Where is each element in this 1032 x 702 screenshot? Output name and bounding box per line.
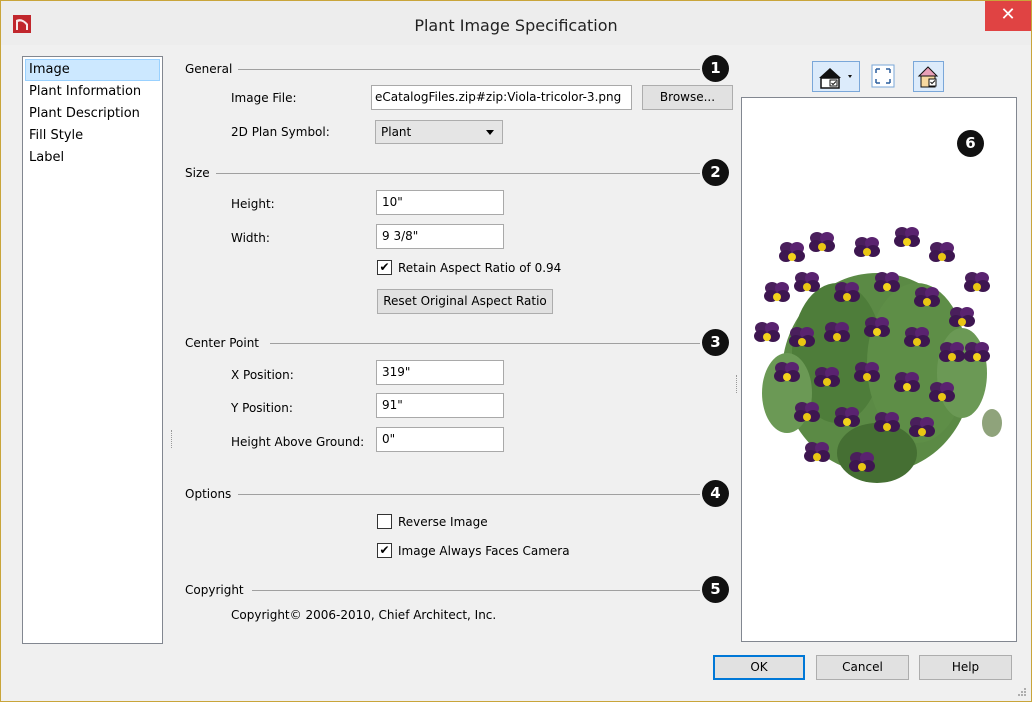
viola-flower	[794, 272, 820, 292]
nav-list: Image Plant Information Plant Descriptio…	[22, 56, 163, 644]
plan-symbol-label: 2D Plan Symbol:	[231, 125, 330, 139]
viola-flower	[949, 307, 975, 327]
height-above-ground-label: Height Above Ground:	[231, 435, 365, 449]
general-group-label: General	[185, 62, 233, 76]
viola-flower	[929, 242, 955, 262]
viola-flower	[774, 362, 800, 382]
splitter-grip[interactable]	[171, 430, 173, 448]
size-divider	[216, 173, 700, 174]
options-divider	[238, 494, 700, 495]
viola-flower	[864, 317, 890, 337]
viola-flower	[849, 452, 875, 472]
house-camera-icon	[819, 68, 852, 89]
center-point-divider	[270, 343, 700, 344]
faces-camera-checkbox[interactable]: ✔	[377, 543, 392, 558]
size-group-label: Size	[185, 166, 210, 180]
viola-flower	[894, 372, 920, 392]
reverse-image-checkbox[interactable]	[377, 514, 392, 529]
width-label: Width:	[231, 231, 270, 245]
viola-flower	[794, 402, 820, 422]
x-position-input[interactable]: 319"	[376, 360, 504, 385]
callout-badge-4: 4	[702, 480, 729, 507]
viola-flower	[939, 342, 965, 362]
cancel-button[interactable]: Cancel	[816, 655, 909, 680]
expand-icon	[871, 64, 895, 88]
center-point-group-label: Center Point	[185, 336, 259, 350]
title-bar[interactable]: Plant Image Specification ✕	[1, 1, 1031, 45]
house-check-icon	[917, 66, 939, 88]
height-label: Height:	[231, 197, 275, 211]
viola-flower	[909, 417, 935, 437]
image-file-label: Image File:	[231, 91, 297, 105]
copyright-text: Copyright© 2006-2010, Chief Architect, I…	[231, 608, 497, 622]
window-title: Plant Image Specification	[414, 16, 618, 35]
y-position-label: Y Position:	[231, 401, 293, 415]
resize-grip-icon[interactable]	[1016, 686, 1028, 698]
width-input[interactable]: 9 3/8"	[376, 224, 504, 249]
nav-item-plant-description[interactable]: Plant Description	[25, 103, 160, 125]
height-above-ground-input[interactable]: 0"	[376, 427, 504, 452]
splitter-grip[interactable]	[736, 375, 738, 393]
viola-flower	[804, 442, 830, 462]
nav-item-fill-style[interactable]: Fill Style	[25, 125, 160, 147]
viola-flower	[814, 367, 840, 387]
nav-item-image[interactable]: Image	[25, 59, 160, 81]
viola-flower	[854, 362, 880, 382]
copyright-divider	[252, 590, 700, 591]
preview-pane[interactable]: 6	[741, 97, 1017, 642]
viola-flower	[809, 232, 835, 252]
viola-flower	[824, 322, 850, 342]
y-position-input[interactable]: 91"	[376, 393, 504, 418]
ok-button[interactable]: OK	[713, 655, 805, 680]
options-group-label: Options	[185, 487, 232, 501]
viola-flower	[874, 272, 900, 292]
viola-flower	[834, 407, 860, 427]
copyright-group-label: Copyright	[185, 583, 244, 597]
viola-flower	[764, 282, 790, 302]
fit-view-button[interactable]	[870, 63, 896, 89]
viola-plant-image	[754, 227, 1002, 483]
viola-flower	[834, 282, 860, 302]
viola-flower	[874, 412, 900, 432]
reverse-image-label: Reverse Image	[398, 515, 488, 529]
viola-flower	[754, 322, 780, 342]
height-input[interactable]: 10"	[376, 190, 504, 215]
retain-aspect-checkbox[interactable]: ✔	[377, 260, 392, 275]
browse-button[interactable]: Browse...	[642, 85, 733, 110]
viola-flower	[854, 237, 880, 257]
nav-item-label[interactable]: Label	[25, 147, 160, 169]
reset-aspect-button[interactable]: Reset Original Aspect Ratio	[377, 289, 553, 314]
faces-camera-label: Image Always Faces Camera	[398, 544, 570, 558]
nav-item-plant-information[interactable]: Plant Information	[25, 81, 160, 103]
callout-badge-3: 3	[702, 329, 729, 356]
callout-badge-1: 1	[702, 55, 729, 82]
callout-badge-5: 5	[702, 576, 729, 603]
callout-badge-2: 2	[702, 159, 729, 186]
viola-flower	[779, 242, 805, 262]
viola-flower	[894, 227, 920, 247]
general-divider	[238, 69, 700, 70]
viola-flower	[929, 382, 955, 402]
viola-flower	[964, 342, 990, 362]
image-file-input[interactable]: eCatalogFiles.zip#zip:Viola-tricolor-3.p…	[371, 85, 632, 110]
camera-view-dropdown-button[interactable]	[812, 61, 860, 92]
help-button[interactable]: Help	[919, 655, 1012, 680]
viola-flower	[914, 287, 940, 307]
plan-symbol-value: Plant	[381, 125, 412, 139]
viola-flower	[904, 327, 930, 347]
close-button[interactable]: ✕	[985, 1, 1031, 31]
callout-badge-6: 6	[957, 130, 984, 157]
retain-aspect-label: Retain Aspect Ratio of 0.94	[398, 261, 562, 275]
preview-options-button[interactable]	[913, 61, 944, 92]
chevron-down-icon	[486, 130, 494, 135]
plan-symbol-select[interactable]: Plant	[375, 120, 503, 144]
viola-flower	[789, 327, 815, 347]
x-position-label: X Position:	[231, 368, 294, 382]
viola-flower	[964, 272, 990, 292]
